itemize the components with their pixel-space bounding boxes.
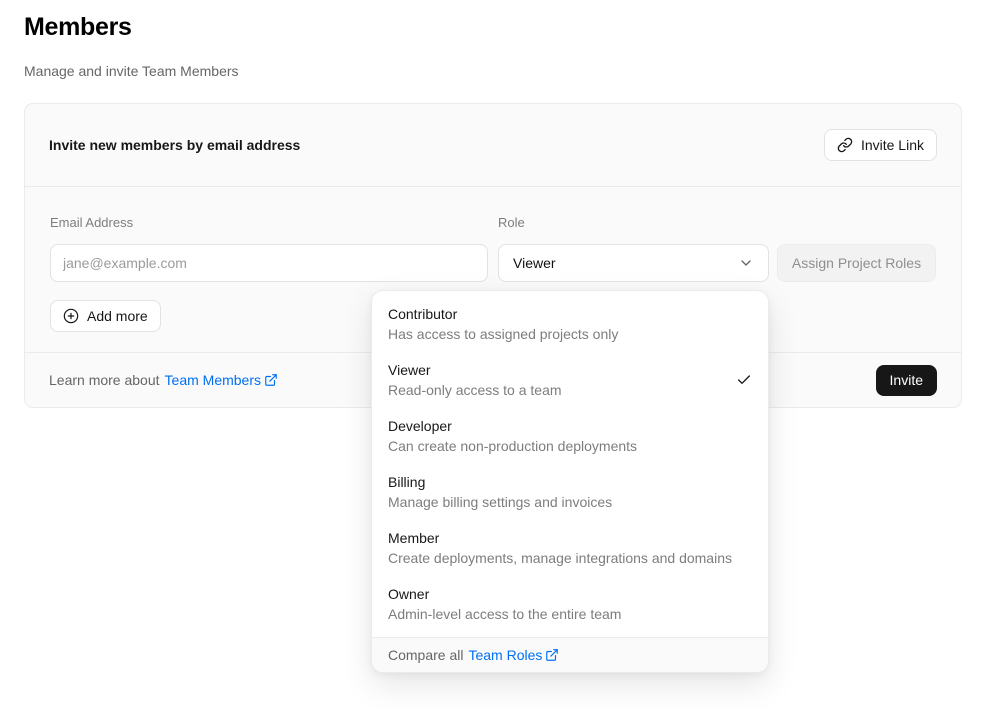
check-icon (736, 372, 752, 388)
external-link-icon (264, 373, 278, 387)
role-option-description: Can create non-production deployments (388, 436, 637, 456)
role-dropdown-footer: Compare all Team Roles (372, 637, 768, 672)
learn-more-text: Learn more about Team Members (49, 372, 278, 388)
add-more-button[interactable]: Add more (50, 300, 161, 332)
invite-link-button[interactable]: Invite Link (824, 129, 937, 161)
role-option-description: Manage billing settings and invoices (388, 492, 612, 512)
role-option-name: Contributor (388, 304, 618, 324)
team-roles-link[interactable]: Team Roles (468, 647, 559, 663)
chevron-down-icon (738, 255, 754, 271)
external-link-icon (545, 648, 559, 662)
invite-card-title: Invite new members by email address (49, 137, 300, 153)
role-option-description: Has access to assigned projects only (388, 324, 618, 344)
compare-all-text: Compare all (388, 647, 463, 663)
team-roles-link-label: Team Roles (468, 647, 542, 663)
assign-project-roles-button[interactable]: Assign Project Roles (777, 244, 936, 282)
email-input[interactable] (50, 244, 488, 282)
link-icon (837, 137, 853, 153)
role-option-text: Viewer Read-only access to a team (388, 360, 562, 400)
role-option-owner[interactable]: Owner Admin-level access to the entire t… (372, 576, 768, 632)
role-option-name: Owner (388, 584, 621, 604)
role-option-text: Member Create deployments, manage integr… (388, 528, 732, 568)
page-subtitle: Manage and invite Team Members (24, 63, 239, 79)
role-option-name: Developer (388, 416, 637, 436)
page-title: Members (24, 13, 132, 42)
role-option-contributor[interactable]: Contributor Has access to assigned proje… (372, 296, 768, 352)
role-select[interactable]: Viewer (498, 244, 769, 282)
email-address-label: Email Address (50, 215, 133, 230)
team-members-link-label: Team Members (165, 372, 261, 388)
role-option-viewer[interactable]: Viewer Read-only access to a team (372, 352, 768, 408)
team-members-link[interactable]: Team Members (165, 372, 278, 388)
role-dropdown-list: Contributor Has access to assigned proje… (372, 291, 768, 637)
invite-link-button-label: Invite Link (861, 137, 924, 153)
role-option-text: Billing Manage billing settings and invo… (388, 472, 612, 512)
role-option-name: Viewer (388, 360, 562, 380)
role-option-developer[interactable]: Developer Can create non-production depl… (372, 408, 768, 464)
role-dropdown-menu: Contributor Has access to assigned proje… (371, 290, 769, 673)
role-option-description: Read-only access to a team (388, 380, 562, 400)
role-option-text: Contributor Has access to assigned proje… (388, 304, 618, 344)
learn-more-prefix: Learn more about (49, 372, 160, 388)
role-option-text: Owner Admin-level access to the entire t… (388, 584, 621, 624)
role-option-description: Create deployments, manage integrations … (388, 548, 732, 568)
add-more-button-label: Add more (87, 308, 148, 324)
invite-button[interactable]: Invite (876, 365, 937, 396)
role-option-description: Admin-level access to the entire team (388, 604, 621, 624)
role-label: Role (498, 215, 525, 230)
role-option-member[interactable]: Member Create deployments, manage integr… (372, 520, 768, 576)
role-option-text: Developer Can create non-production depl… (388, 416, 637, 456)
plus-circle-icon (63, 308, 79, 324)
role-option-name: Member (388, 528, 732, 548)
role-option-billing[interactable]: Billing Manage billing settings and invo… (372, 464, 768, 520)
role-option-name: Billing (388, 472, 612, 492)
role-select-value: Viewer (513, 255, 556, 271)
invite-card-header: Invite new members by email address Invi… (25, 104, 961, 187)
